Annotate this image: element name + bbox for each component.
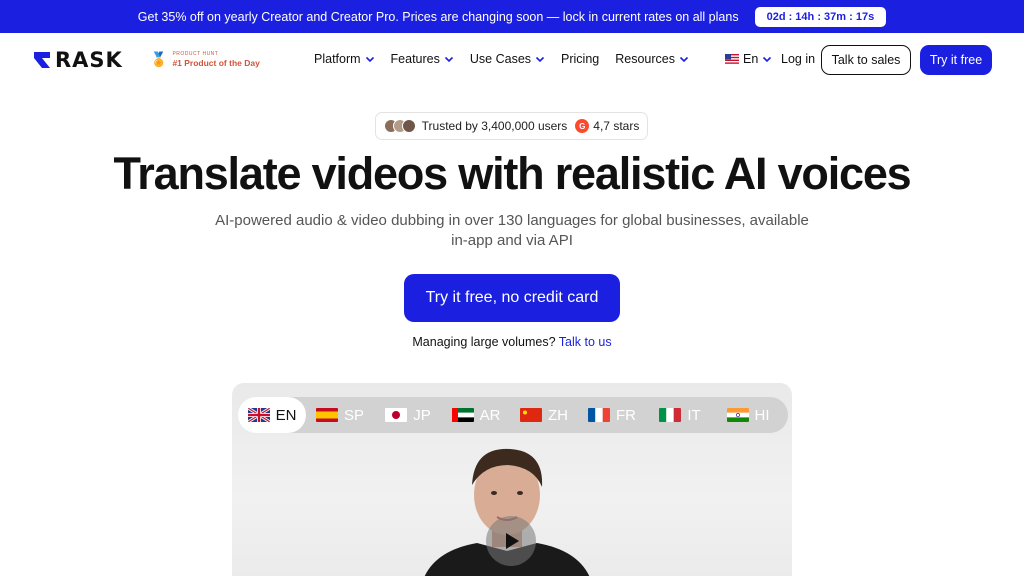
product-hunt-small: PRODUCT HUNT <box>172 50 219 57</box>
spain-flag-icon <box>315 408 338 422</box>
main-nav: Platform Features Use Cases Pricing Reso… <box>314 52 705 66</box>
france-flag-icon <box>588 408 610 422</box>
login-link[interactable]: Log in <box>781 52 815 66</box>
chevron-down-icon <box>365 56 374 63</box>
uae-flag-icon <box>451 408 474 422</box>
nav-use-cases[interactable]: Use Cases <box>470 52 545 66</box>
language-label: En <box>743 52 759 66</box>
nav-features[interactable]: Features <box>391 52 454 66</box>
uk-flag-icon <box>247 408 270 422</box>
lang-tab-jp[interactable]: JP <box>374 397 442 433</box>
g2-logo-icon: G <box>575 119 590 133</box>
rask-logo[interactable]: RASK <box>32 48 123 72</box>
lang-code: SP <box>343 406 364 424</box>
language-selector[interactable]: En <box>725 52 772 66</box>
nav-use-cases-label: Use Cases <box>469 52 532 66</box>
nav-resources-label: Resources <box>615 52 675 66</box>
promo-banner[interactable]: Get 35% off on yearly Creator and Creato… <box>0 0 1024 33</box>
india-flag-icon <box>726 408 749 422</box>
lang-code: AR <box>479 406 501 424</box>
us-flag-icon <box>725 54 739 64</box>
lang-code: IT <box>687 406 701 424</box>
nav-pricing[interactable]: Pricing <box>561 52 599 66</box>
lang-tab-sp[interactable]: SP <box>306 397 374 433</box>
lang-code: ZH <box>548 406 568 424</box>
nav-resources[interactable]: Resources <box>615 52 689 66</box>
lang-tab-hi[interactable]: HI <box>714 397 782 433</box>
language-switcher: EN SP JP AR ZH FR IT HI <box>238 397 788 433</box>
chevron-down-icon <box>763 56 772 63</box>
hero-subtitle: AI-powered audio & video dubbing in over… <box>215 212 809 249</box>
trusted-badge: Trusted by 3,400,000 users G 4,7 stars <box>375 112 648 140</box>
avatar <box>401 119 416 133</box>
promo-text: Get 35% off on yearly Creator and Creato… <box>137 9 739 24</box>
nav-platform-label: Platform <box>314 52 361 66</box>
talk-to-us-link[interactable]: Talk to us <box>559 335 612 349</box>
chevron-down-icon <box>679 56 689 63</box>
hero-title: Translate videos with realistic AI voice… <box>113 148 912 199</box>
lang-code: EN <box>275 406 297 424</box>
china-flag-icon <box>520 408 542 422</box>
chevron-down-icon <box>535 56 545 63</box>
nav-pricing-label: Pricing <box>561 52 600 66</box>
play-button[interactable] <box>486 516 536 566</box>
nav-platform[interactable]: Platform <box>314 52 375 66</box>
try-free-button[interactable]: Try it free <box>920 45 992 75</box>
rating-text: 4,7 stars <box>593 119 640 133</box>
nav-features-label: Features <box>390 52 440 66</box>
product-hunt-label: #1 Product of the Day <box>172 57 260 68</box>
trusted-text: Trusted by 3,400,000 users <box>421 119 568 133</box>
logo-arrow-icon <box>34 52 50 68</box>
lang-tab-en[interactable]: EN <box>238 397 306 433</box>
lang-code: HI <box>754 406 770 424</box>
video-preview[interactable]: EN SP JP AR ZH FR IT HI <box>232 383 792 576</box>
talk-to-sales-button[interactable]: Talk to sales <box>821 45 911 75</box>
lang-tab-fr[interactable]: FR <box>578 397 646 433</box>
lang-tab-it[interactable]: IT <box>646 397 714 433</box>
chevron-down-icon <box>444 56 453 63</box>
product-hunt-badge[interactable]: 🏅 PRODUCT HUNT #1 Product of the Day <box>150 51 260 68</box>
manage-volumes: Managing large volumes? Talk to us <box>0 335 1024 349</box>
lang-code: FR <box>616 406 636 424</box>
logo-wordmark: RASK <box>55 48 123 72</box>
lang-code: JP <box>413 406 431 424</box>
japan-flag-icon <box>385 408 408 422</box>
italy-flag-icon <box>659 408 682 422</box>
manage-text: Managing large volumes? <box>412 335 556 349</box>
lang-tab-zh[interactable]: ZH <box>510 397 578 433</box>
lang-tab-ar[interactable]: AR <box>442 397 510 433</box>
user-avatars <box>383 119 416 133</box>
medal-icon: 🏅 <box>150 51 168 67</box>
play-icon <box>506 533 519 549</box>
try-free-no-card-button[interactable]: Try it free, no credit card <box>404 274 620 322</box>
countdown-timer: 02d : 14h : 37m : 17s <box>754 6 887 27</box>
